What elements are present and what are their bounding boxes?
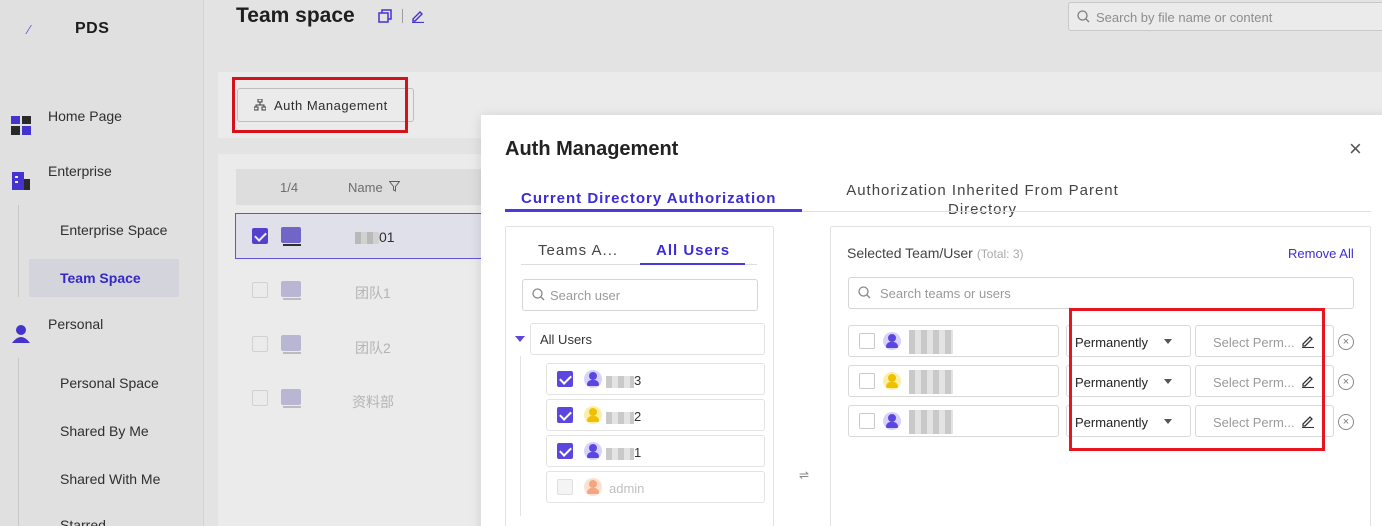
remove-row-icon[interactable]: × [1338, 334, 1354, 350]
selected-user-row[interactable] [848, 405, 1059, 437]
search-user-input[interactable]: Search user [522, 279, 758, 311]
transfer-icon: ⇌ [799, 468, 810, 482]
avatar-icon [883, 332, 901, 350]
avatar-icon [584, 442, 602, 460]
tree-line [520, 356, 521, 516]
user-list-item[interactable]: 3 [546, 363, 765, 395]
user-name: 3 [606, 373, 641, 388]
user-name: admin [609, 481, 645, 496]
avatar-icon [883, 412, 901, 430]
remove-row-icon[interactable]: × [1338, 374, 1354, 390]
user-list-item: admin [546, 471, 765, 503]
tab-inherited[interactable]: Authorization Inherited From Parent Dire… [830, 181, 1135, 219]
selected-title-text: Selected Team/User [847, 245, 973, 261]
avatar-icon [883, 372, 901, 390]
remove-row-icon[interactable]: × [1338, 414, 1354, 430]
avatar-icon [584, 370, 602, 388]
user-checkbox[interactable] [859, 373, 875, 389]
search-icon [858, 286, 871, 299]
search-icon [532, 288, 545, 301]
search-teams-input[interactable]: Search teams or users [848, 277, 1354, 309]
user-checkbox[interactable] [859, 333, 875, 349]
user-checkbox[interactable] [859, 413, 875, 429]
user-name: 2 [606, 409, 641, 424]
subtab-active-indicator [640, 263, 745, 265]
user-name-suffix: 2 [634, 409, 642, 424]
highlight-box [1069, 308, 1325, 451]
avatar-icon [584, 478, 602, 496]
close-icon[interactable]: × [1349, 138, 1362, 160]
selected-user-row[interactable] [848, 365, 1059, 397]
tab-current-directory[interactable]: Current Directory Authorization [521, 190, 776, 207]
tab-teams[interactable]: Teams A... [538, 242, 618, 259]
tree-root-all-users[interactable]: All Users [530, 323, 765, 355]
selected-title: Selected Team/User (Total: 3) [847, 245, 1024, 261]
user-name-suffix: 1 [634, 445, 642, 460]
redacted-text [909, 410, 953, 434]
tab-all-users[interactable]: All Users [656, 242, 730, 259]
redacted-text [606, 411, 634, 424]
tab-active-indicator [505, 209, 802, 212]
redacted-text [909, 370, 953, 394]
user-checkbox[interactable] [557, 443, 573, 459]
user-checkbox[interactable] [557, 371, 573, 387]
redacted-text [606, 447, 634, 460]
user-list-item[interactable]: 1 [546, 435, 765, 467]
remove-all-link[interactable]: Remove All [1288, 246, 1354, 261]
selected-user-row[interactable] [848, 325, 1059, 357]
user-checkbox[interactable] [557, 407, 573, 423]
dialog-title: Auth Management [505, 138, 679, 160]
user-list-item[interactable]: 2 [546, 399, 765, 431]
chevron-down-icon[interactable] [515, 336, 525, 342]
search-placeholder: Search user [550, 288, 621, 303]
selected-total: (Total: 3) [976, 247, 1024, 261]
redacted-text [909, 330, 953, 354]
search-placeholder: Search teams or users [880, 286, 1011, 301]
user-checkbox [557, 479, 573, 495]
avatar-icon [584, 406, 602, 424]
user-name-suffix: 3 [634, 373, 642, 388]
user-name: 1 [606, 445, 641, 460]
redacted-text [606, 375, 634, 388]
